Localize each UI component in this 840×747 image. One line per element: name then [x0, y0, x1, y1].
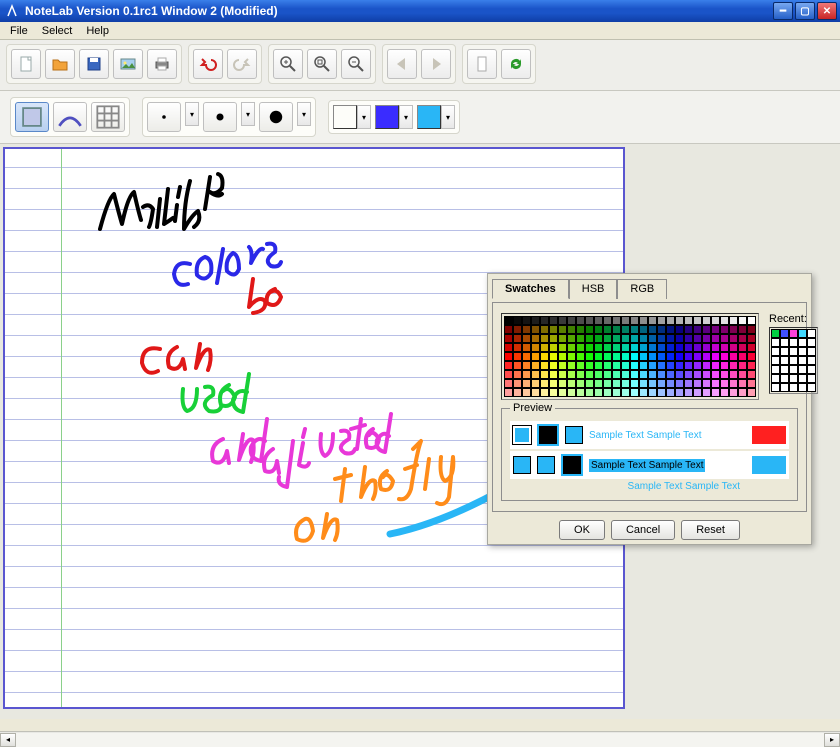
menu-select[interactable]: Select [36, 24, 79, 38]
horizontal-scrollbar[interactable]: ◂ ▸ [0, 731, 840, 747]
swatch-grid[interactable] [501, 313, 759, 400]
stroke-medium[interactable] [203, 102, 237, 132]
nav-next-button[interactable] [421, 49, 451, 79]
stroke-thick[interactable] [259, 102, 293, 132]
color-chooser-panel: Swatches HSB RGB Recent: Preview [487, 273, 812, 545]
zoom-out-button[interactable] [341, 49, 371, 79]
cancel-button[interactable]: Cancel [611, 520, 675, 540]
recent-label: Recent: [769, 313, 818, 325]
color-3-dropdown[interactable]: ▾ [441, 105, 455, 129]
select-tool[interactable] [15, 102, 49, 132]
tab-hsb[interactable]: HSB [569, 279, 618, 299]
preview-text-1: Sample Text Sample Text [589, 430, 701, 441]
open-button[interactable] [45, 49, 75, 79]
preview-swatch-red [752, 426, 786, 444]
grid-tool[interactable] [91, 102, 125, 132]
scroll-left-button[interactable]: ◂ [0, 733, 16, 747]
stroke-medium-dropdown[interactable]: ▾ [241, 102, 255, 126]
preview-swatch-cyan [752, 456, 786, 474]
stroke-fine-dropdown[interactable]: ▾ [185, 102, 199, 126]
print-button[interactable] [147, 49, 177, 79]
title-bar: NoteLab Version 0.1rc1 Window 2 (Modifie… [0, 0, 840, 22]
scroll-right-button[interactable]: ▸ [824, 733, 840, 747]
menu-bar: File Select Help [0, 22, 840, 40]
page-button[interactable] [467, 49, 497, 79]
window-title: NoteLab Version 0.1rc1 Window 2 (Modifie… [25, 4, 773, 18]
recent-grid[interactable] [769, 327, 818, 394]
refresh-button[interactable] [501, 49, 531, 79]
toolbar-tools: ▾ ▾ ▾ ▾ ▾ ▾ [0, 91, 840, 144]
preview-text-2: Sample Text Sample Text [589, 459, 705, 472]
zoom-fit-button[interactable] [307, 49, 337, 79]
close-button[interactable]: ✕ [817, 2, 837, 20]
ok-button[interactable]: OK [559, 520, 605, 540]
menu-help[interactable]: Help [80, 24, 115, 38]
maximize-button[interactable]: ▢ [795, 2, 815, 20]
app-icon [6, 4, 20, 18]
new-button[interactable] [11, 49, 41, 79]
save-button[interactable] [79, 49, 109, 79]
menu-file[interactable]: File [4, 24, 34, 38]
preview-label: Preview [510, 402, 555, 414]
nav-prev-button[interactable] [387, 49, 417, 79]
color-1-dropdown[interactable]: ▾ [357, 105, 371, 129]
color-1-swatch[interactable] [333, 105, 357, 129]
stroke-thick-dropdown[interactable]: ▾ [297, 102, 311, 126]
color-3-swatch[interactable] [417, 105, 441, 129]
image-button[interactable] [113, 49, 143, 79]
tab-rgb[interactable]: RGB [617, 279, 667, 299]
workspace: Swatches HSB RGB Recent: Preview [0, 144, 840, 719]
preview-text-3: Sample Text Sample Text [628, 481, 740, 492]
zoom-in-button[interactable] [273, 49, 303, 79]
redo-button[interactable] [227, 49, 257, 79]
minimize-button[interactable]: ━ [773, 2, 793, 20]
reset-button[interactable]: Reset [681, 520, 740, 540]
pen-tool[interactable] [53, 102, 87, 132]
undo-button[interactable] [193, 49, 223, 79]
color-2-swatch[interactable] [375, 105, 399, 129]
toolbar-main [0, 40, 840, 91]
stroke-fine[interactable] [147, 102, 181, 132]
color-2-dropdown[interactable]: ▾ [399, 105, 413, 129]
scroll-track[interactable] [16, 733, 824, 747]
tab-swatches[interactable]: Swatches [492, 279, 569, 299]
